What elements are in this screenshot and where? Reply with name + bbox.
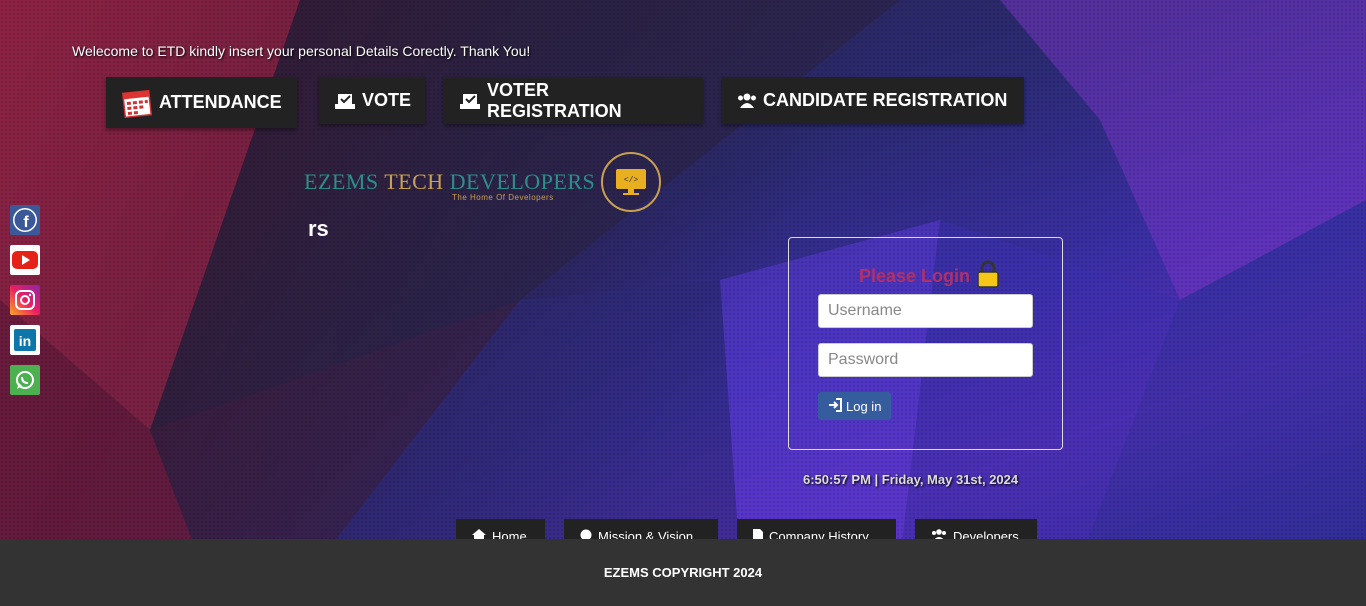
vote-button[interactable]: VOTE <box>319 77 425 124</box>
welcome-message: Welecome to ETD kindly insert your perso… <box>72 43 531 59</box>
logo-tagline: The Home Of Developers <box>452 193 554 202</box>
logo-text-ezems: EZEMS <box>304 169 385 194</box>
instagram-icon[interactable] <box>10 285 40 315</box>
login-button-label: Log in <box>846 398 882 414</box>
whatsapp-icon[interactable] <box>10 365 40 395</box>
voter-registration-button[interactable]: VOTER REGISTRATION <box>444 77 703 124</box>
company-logo: EZEMS TECH DEVELOPERS The Home Of Develo… <box>304 152 662 212</box>
attendance-button[interactable]: ATTENDANCE <box>106 77 297 128</box>
datetime-clock: 6:50:57 PM | Friday, May 31st, 2024 <box>803 472 1019 487</box>
login-title-text: Please Login <box>859 266 971 286</box>
login-panel: Please Login Log in <box>788 237 1063 450</box>
login-button[interactable]: Log in <box>818 392 892 420</box>
footer: EZEMS COPYRIGHT 2024 <box>0 539 1366 606</box>
candidate-registration-label: CANDIDATE REGISTRATION <box>763 90 1008 110</box>
logo-text-developers: DEVELOPERS <box>449 169 596 194</box>
ballot-check-icon <box>334 92 356 110</box>
lock-icon <box>976 260 1000 293</box>
logo-text: EZEMS TECH DEVELOPERS The Home Of Develo… <box>304 169 596 202</box>
youtube-icon[interactable] <box>10 245 40 275</box>
copyright-text: EZEMS COPYRIGHT 2024 <box>603 565 763 580</box>
candidate-registration-button[interactable]: CANDIDATE REGISTRATION <box>722 77 1024 124</box>
svg-text:f: f <box>23 214 29 231</box>
password-input[interactable] <box>818 343 1033 377</box>
vote-label: VOTE <box>362 90 412 110</box>
sign-in-icon <box>828 397 842 415</box>
voter-registration-label: VOTER REGISTRATION <box>487 79 622 121</box>
facebook-icon[interactable]: f <box>10 205 40 235</box>
attendance-label: ATTENDANCE <box>159 92 282 112</box>
marquee-text-fragment: rs <box>308 216 329 241</box>
username-input[interactable] <box>818 294 1033 328</box>
monitor-logo-icon: </> <box>601 152 662 212</box>
linkedin-icon[interactable]: in <box>10 325 40 355</box>
calendar-icon <box>121 88 153 118</box>
login-title: Please Login <box>859 260 1000 293</box>
logo-text-tech: TECH <box>384 169 450 194</box>
svg-text:in: in <box>19 333 31 349</box>
svg-text:</>: </> <box>624 176 639 185</box>
users-icon <box>737 93 757 109</box>
ballot-check-icon <box>459 92 481 110</box>
